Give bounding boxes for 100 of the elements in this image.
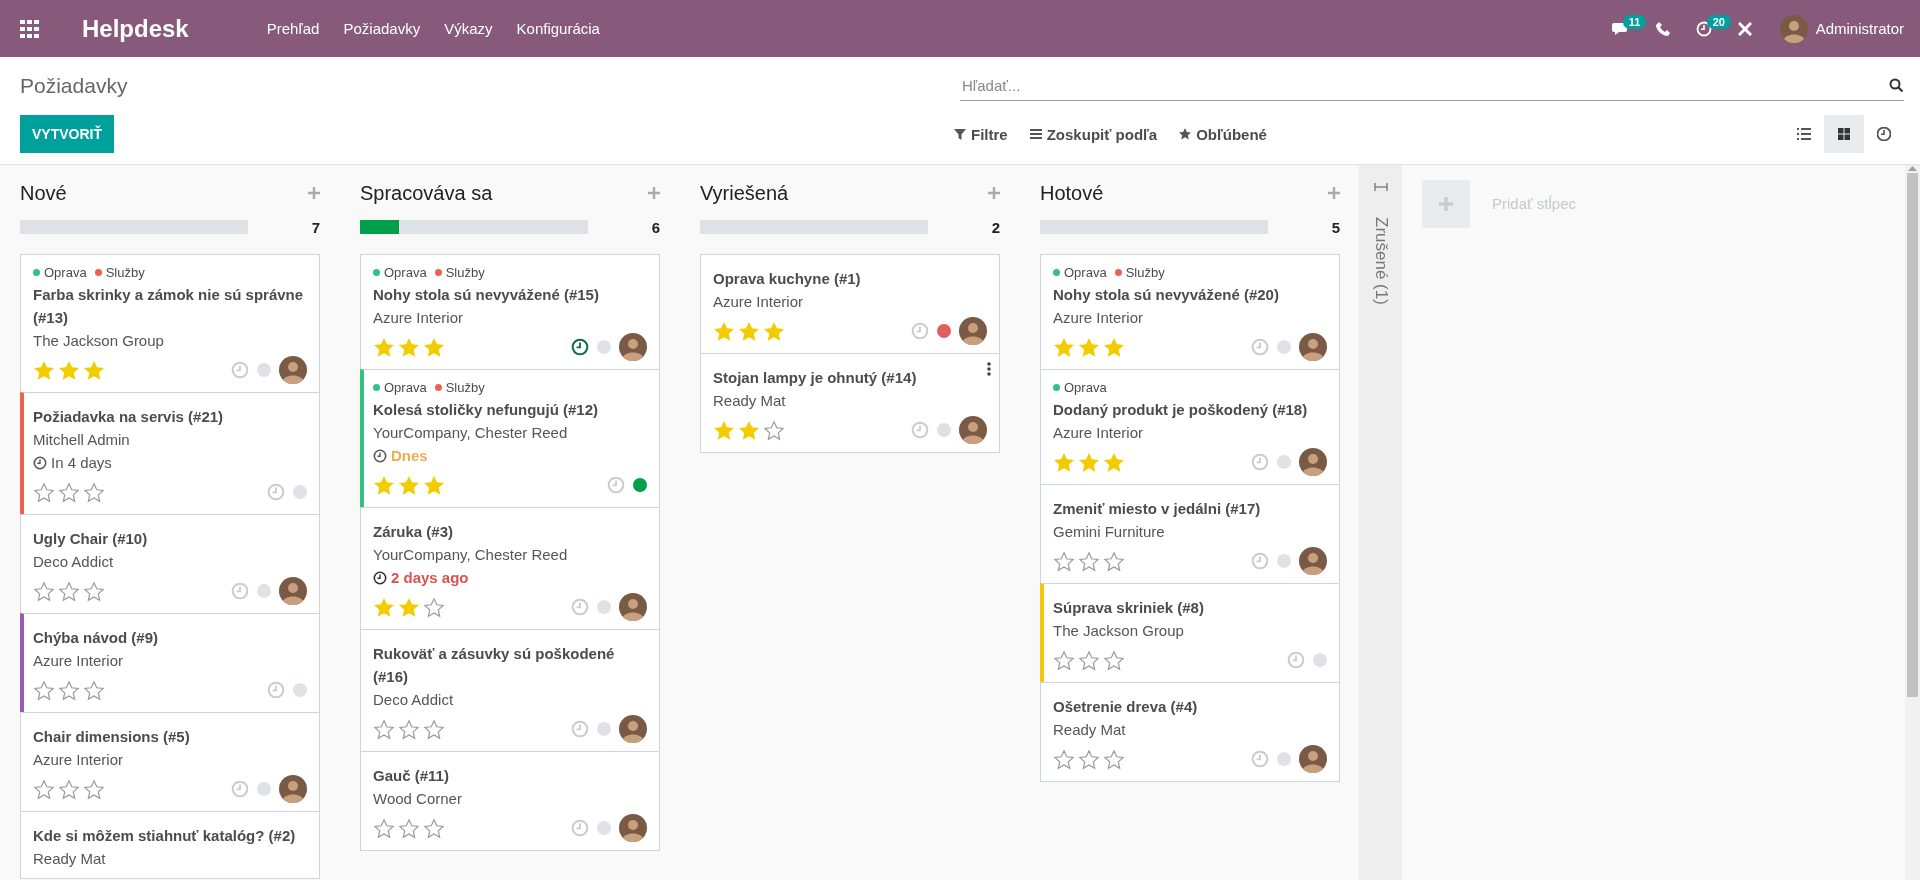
phone-icon[interactable]: [1655, 21, 1670, 36]
status-dot[interactable]: [1277, 554, 1291, 568]
apps-grid-icon[interactable]: [20, 19, 40, 38]
filled-star-icon[interactable]: [1053, 336, 1075, 358]
empty-star-icon[interactable]: [1053, 649, 1075, 671]
empty-star-icon[interactable]: [83, 679, 105, 701]
ticket-card[interactable]: Zmeniť miesto v jedálni (#17) Gemini Furniture: [1040, 484, 1340, 584]
star-rating[interactable]: [373, 596, 445, 618]
empty-star-icon[interactable]: [373, 817, 395, 839]
status-dot[interactable]: [1313, 653, 1327, 667]
star-rating[interactable]: [1053, 336, 1125, 358]
empty-star-icon[interactable]: [423, 718, 445, 740]
ticket-card[interactable]: Chair dimensions (#5) Azure Interior: [20, 712, 320, 812]
empty-star-icon[interactable]: [58, 679, 80, 701]
filled-star-icon[interactable]: [398, 336, 420, 358]
empty-star-icon[interactable]: [58, 580, 80, 602]
star-rating[interactable]: [33, 679, 105, 701]
star-rating[interactable]: [33, 778, 105, 800]
empty-star-icon[interactable]: [33, 481, 55, 503]
star-rating[interactable]: [33, 580, 105, 602]
status-dot[interactable]: [937, 324, 951, 338]
filled-star-icon[interactable]: [738, 419, 760, 441]
empty-star-icon[interactable]: [33, 778, 55, 800]
empty-star-icon[interactable]: [1078, 649, 1100, 671]
empty-star-icon[interactable]: [1103, 649, 1125, 671]
empty-star-icon[interactable]: [58, 778, 80, 800]
add-column-button[interactable]: [1422, 180, 1470, 228]
ticket-card[interactable]: Záruka (#3) YourCompany, Chester Reed 2 days ago: [360, 507, 660, 630]
kebab-menu-icon[interactable]: [987, 362, 991, 376]
menu-item[interactable]: Požiadavky: [343, 20, 421, 37]
plus-icon[interactable]: [308, 187, 320, 199]
status-dot[interactable]: [293, 485, 307, 499]
star-rating[interactable]: [33, 481, 105, 503]
empty-star-icon[interactable]: [58, 481, 80, 503]
empty-star-icon[interactable]: [83, 481, 105, 503]
star-rating[interactable]: [373, 474, 445, 496]
star-rating[interactable]: [1053, 550, 1125, 572]
filled-star-icon[interactable]: [1078, 336, 1100, 358]
status-dot[interactable]: [597, 722, 611, 736]
scrollbar[interactable]: [1905, 165, 1920, 880]
chat-icon[interactable]: [1611, 20, 1630, 37]
ticket-card[interactable]: Oprava Dodaný produkt je poškodený (#18) Azure Interior: [1040, 369, 1340, 485]
filled-star-icon[interactable]: [373, 596, 395, 618]
star-rating[interactable]: [1053, 649, 1125, 671]
filled-star-icon[interactable]: [83, 359, 105, 381]
star-rating[interactable]: [33, 359, 105, 381]
empty-star-icon[interactable]: [33, 679, 55, 701]
empty-star-icon[interactable]: [423, 817, 445, 839]
user-name[interactable]: Administrator: [1815, 20, 1904, 37]
filled-star-icon[interactable]: [58, 359, 80, 381]
filled-star-icon[interactable]: [33, 359, 55, 381]
search-field[interactable]: Hľadať...: [960, 76, 1889, 95]
empty-star-icon[interactable]: [83, 778, 105, 800]
ticket-card[interactable]: Požiadavka na servis (#21) Mitchell Admin In 4 days: [20, 392, 320, 515]
status-dot[interactable]: [257, 363, 271, 377]
empty-star-icon[interactable]: [1103, 550, 1125, 572]
empty-star-icon[interactable]: [423, 596, 445, 618]
filter-menu-button[interactable]: Zoskupiť podľa: [1029, 125, 1158, 143]
star-rating[interactable]: [1053, 451, 1125, 473]
filled-star-icon[interactable]: [423, 474, 445, 496]
filter-menu-button[interactable]: Obľúbené: [1179, 125, 1267, 143]
cross-icon[interactable]: [1737, 21, 1752, 36]
plus-icon[interactable]: [648, 187, 660, 199]
ticket-card[interactable]: Chýba návod (#9) Azure Interior: [20, 613, 320, 713]
status-dot[interactable]: [597, 340, 611, 354]
ticket-card[interactable]: Oprava kuchyne (#1) Azure Interior: [700, 254, 1000, 354]
ticket-card[interactable]: Kde si môžem stiahnuť katalóg? (#2) Ready Mat: [20, 811, 320, 879]
ticket-card[interactable]: Ošetrenie dreva (#4) Ready Mat: [1040, 682, 1340, 782]
star-rating[interactable]: [713, 320, 785, 342]
status-dot[interactable]: [597, 821, 611, 835]
menu-item[interactable]: Prehľad: [266, 20, 320, 37]
filled-star-icon[interactable]: [713, 320, 735, 342]
ticket-card[interactable]: Oprava Služby Nohy stola sú nevyvážené (#15) Azure Interior: [360, 254, 660, 370]
ticket-card[interactable]: Oprava Služby Nohy stola sú nevyvážené (#20) Azure Interior: [1040, 254, 1340, 370]
clock-icon[interactable]: [571, 338, 589, 356]
ticket-card[interactable]: Oprava Služby Kolesá stoličky nefungujú (#12) YourCompany, Chester Reed Dnes: [360, 369, 660, 508]
star-rating[interactable]: [373, 336, 445, 358]
star-rating[interactable]: [713, 419, 785, 441]
empty-star-icon[interactable]: [763, 419, 785, 441]
ticket-card[interactable]: Gauč (#11) Wood Corner: [360, 751, 660, 851]
empty-star-icon[interactable]: [83, 580, 105, 602]
plus-icon[interactable]: [1328, 187, 1340, 199]
ticket-card[interactable]: Ugly Chair (#10) Deco Addict: [20, 514, 320, 614]
empty-star-icon[interactable]: [1078, 550, 1100, 572]
app-name[interactable]: Helpdesk: [82, 14, 189, 43]
status-dot[interactable]: [597, 600, 611, 614]
ticket-card[interactable]: Stojan lampy je ohnutý (#14) Ready Mat: [700, 353, 1000, 453]
empty-star-icon[interactable]: [33, 580, 55, 602]
kanban-view-button[interactable]: [1824, 115, 1864, 153]
empty-star-icon[interactable]: [1053, 550, 1075, 572]
status-dot[interactable]: [293, 683, 307, 697]
star-rating[interactable]: [373, 718, 445, 740]
filled-star-icon[interactable]: [763, 320, 785, 342]
ticket-card[interactable]: Oprava Služby Farba skrinky a zámok nie sú správne (#13) The Jackson Group: [20, 254, 320, 393]
star-rating[interactable]: [1053, 748, 1125, 770]
filled-star-icon[interactable]: [1078, 451, 1100, 473]
filled-star-icon[interactable]: [1053, 451, 1075, 473]
filled-star-icon[interactable]: [398, 596, 420, 618]
plus-icon[interactable]: [988, 187, 1000, 199]
menu-item[interactable]: Konfigurácia: [516, 20, 600, 37]
